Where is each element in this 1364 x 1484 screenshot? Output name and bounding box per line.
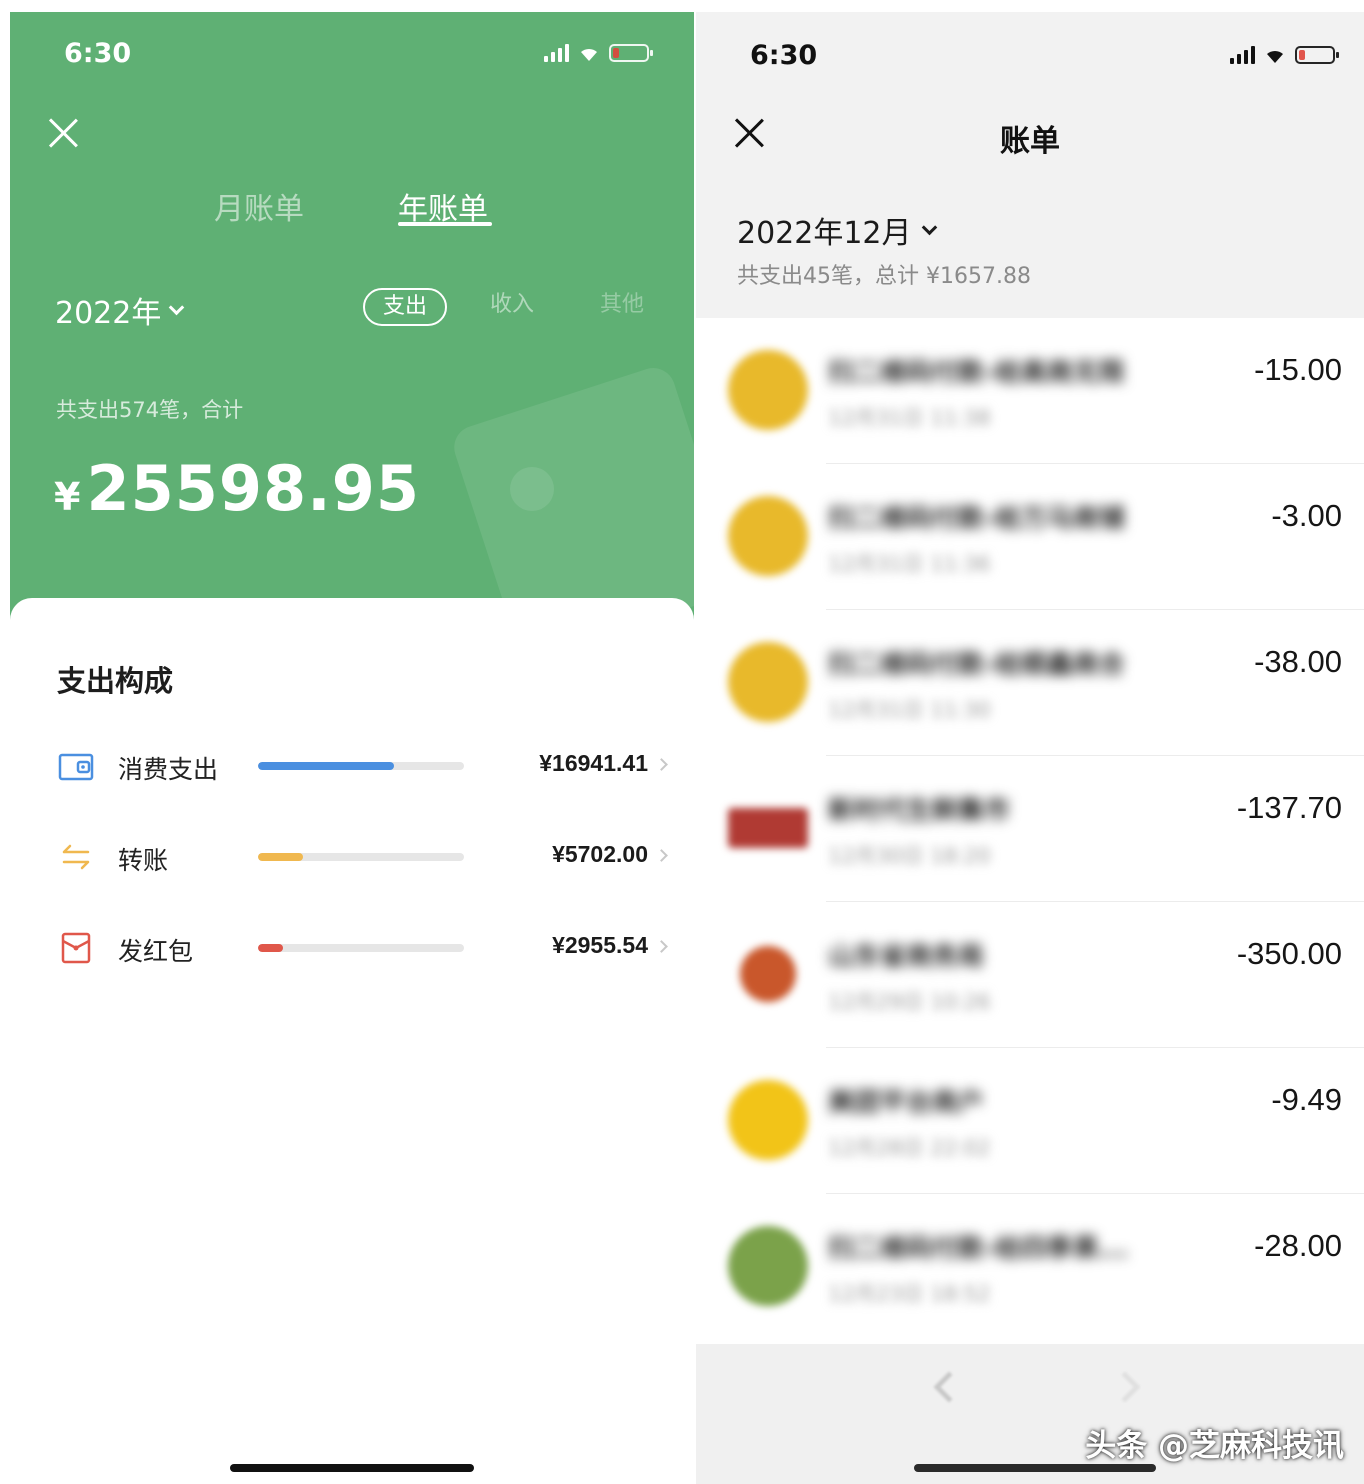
year-selector-label: 2022年 [55,296,162,331]
category-row-red-envelope[interactable]: 发红包 ¥2955.54 [10,920,694,980]
transaction-row[interactable]: 扫二维码付款-给高商无限 12月31日 11:38 -15.00 [696,318,1364,464]
transfer-arrows-icon [62,844,90,870]
annual-bill-screen: 6:30 月账单 年账单 2022年 支出 收入 其他 共支出574笔，合计 ¥… [10,12,694,1484]
transaction-time: 12月29日 10:26 [828,990,991,1014]
category-bar-track [258,944,464,952]
transaction-time: 12月31日 11:38 [828,406,991,430]
merchant-name: 新时代生鲜集市 [828,796,1011,826]
transaction-time: 12月31日 11:30 [828,698,991,722]
previous-page-button[interactable] [933,1371,965,1403]
chevron-down-icon [921,219,937,235]
status-time: 6:30 [64,38,132,69]
transaction-amount: -9.49 [1271,1082,1342,1117]
expense-composition-panel: 支出构成 消费支出 ¥16941.41 转账 ¥5702.00 发红包 ¥295… [10,598,694,1484]
filter-other-pill[interactable]: 其他 [592,288,652,326]
transaction-amount: -38.00 [1254,644,1342,679]
month-summary: 共支出45笔，总计 ¥1657.88 [737,264,1031,289]
transaction-amount: -3.00 [1271,498,1342,533]
merchant-name: 扫二维码付款-给高商无限 [828,358,1125,388]
page-title: 账单 [1000,124,1060,159]
decorative-dot [510,467,554,511]
category-amount: ¥2955.54 [552,932,648,958]
watermark: 头条 @芝麻科技讯 [1085,1428,1344,1464]
merchant-avatar [740,946,796,1002]
transaction-time: 12月31日 11:36 [828,552,991,576]
monthly-bill-screen: 6:30 账单 2022年12月 共支出45笔，总计 ¥1657.88 扫二维码… [696,12,1364,1484]
total-expense-amount: ¥ 25598.95 [54,452,420,525]
merchant-avatar [728,642,808,722]
merchant-name: 扫二维码付款-给顺鑫商合 [828,650,1125,680]
merchant-avatar [728,496,808,576]
month-selector[interactable]: 2022年12月 [737,208,937,252]
chevron-right-icon [655,849,668,862]
category-label: 发红包 [118,937,194,966]
transaction-time: 12月28日 22:02 [828,1136,991,1160]
total-amount-value: 25598.95 [86,452,420,525]
category-label: 消费支出 [118,755,219,784]
wallet-icon [58,753,94,781]
category-bar-fill [258,853,304,861]
category-row-consumption[interactable]: 消费支出 ¥16941.41 [10,738,694,798]
signal-icon [544,44,569,62]
transaction-amount: -28.00 [1254,1228,1342,1263]
transaction-time: 12月23日 18:52 [828,1282,991,1306]
battery-icon [1295,46,1339,64]
category-amount: ¥5702.00 [552,841,648,867]
signal-icon [1230,46,1255,64]
wifi-icon [1267,50,1283,63]
category-label: 转账 [118,846,169,875]
chevron-right-icon [655,758,668,771]
chevron-right-icon [655,940,668,953]
transaction-amount: -15.00 [1254,352,1342,387]
transaction-row[interactable]: 山东省商务局 12月29日 10:26 -350.00 [696,902,1364,1048]
transaction-row[interactable]: 美团平台商户 12月28日 22:02 -9.49 [696,1048,1364,1194]
merchant-avatar [728,1080,808,1160]
active-tab-indicator [398,222,492,226]
chevron-down-icon [169,299,185,315]
tab-monthly-bill[interactable]: 月账单 [214,184,304,228]
home-indicator[interactable] [230,1464,474,1472]
merchant-avatar [728,1226,808,1306]
battery-icon [609,44,653,62]
merchant-name: 扫二维码付款-给万马商铺 [828,504,1125,534]
currency-symbol: ¥ [54,475,81,519]
transaction-amount: -350.00 [1236,936,1342,971]
status-icons [1230,46,1339,64]
merchant-avatar [728,808,808,848]
merchant-name: 山东省商务局 [828,942,985,972]
transaction-row[interactable]: 扫二维码付款-给万马商铺 12月31日 11:36 -3.00 [696,464,1364,610]
category-row-transfer[interactable]: 转账 ¥5702.00 [10,829,694,889]
transaction-row[interactable]: 新时代生鲜集市 12月30日 18:20 -137.70 [696,756,1364,902]
total-expense-label: 共支出574笔，合计 [56,398,244,422]
category-amount: ¥16941.41 [539,750,648,776]
transaction-list: 扫二维码付款-给高商无限 12月31日 11:38 -15.00 扫二维码付款-… [696,318,1364,1344]
status-icons [544,44,653,62]
close-button[interactable] [48,118,78,148]
filter-income-pill[interactable]: 收入 [482,288,542,326]
filter-expense-pill[interactable]: 支出 [363,288,447,326]
decorative-card-graphic [448,362,694,620]
next-page-button[interactable] [1109,1371,1141,1403]
month-selector-label: 2022年12月 [737,216,912,251]
merchant-name: 扫二维码付款-给四季果... [828,1234,1129,1264]
category-bar-track [258,762,464,770]
red-envelope-icon [61,932,91,964]
summary-header: 6:30 月账单 年账单 2022年 支出 收入 其他 共支出574笔，合计 ¥… [10,12,694,620]
section-title: 支出构成 [57,664,174,698]
status-time: 6:30 [750,40,818,71]
home-indicator[interactable] [914,1464,1156,1472]
wifi-icon [581,48,597,61]
category-bar-track [258,853,464,861]
year-selector[interactable]: 2022年 [55,288,185,332]
category-bar-fill [258,762,394,770]
category-bar-fill [258,944,283,952]
transaction-row[interactable]: 扫二维码付款-给四季果... 12月23日 18:52 -28.00 [696,1194,1364,1340]
transaction-time: 12月30日 18:20 [828,844,991,868]
merchant-avatar [728,350,808,430]
transaction-amount: -137.70 [1236,790,1342,825]
merchant-name: 美团平台商户 [828,1088,985,1118]
transaction-row[interactable]: 扫二维码付款-给顺鑫商合 12月31日 11:30 -38.00 [696,610,1364,756]
